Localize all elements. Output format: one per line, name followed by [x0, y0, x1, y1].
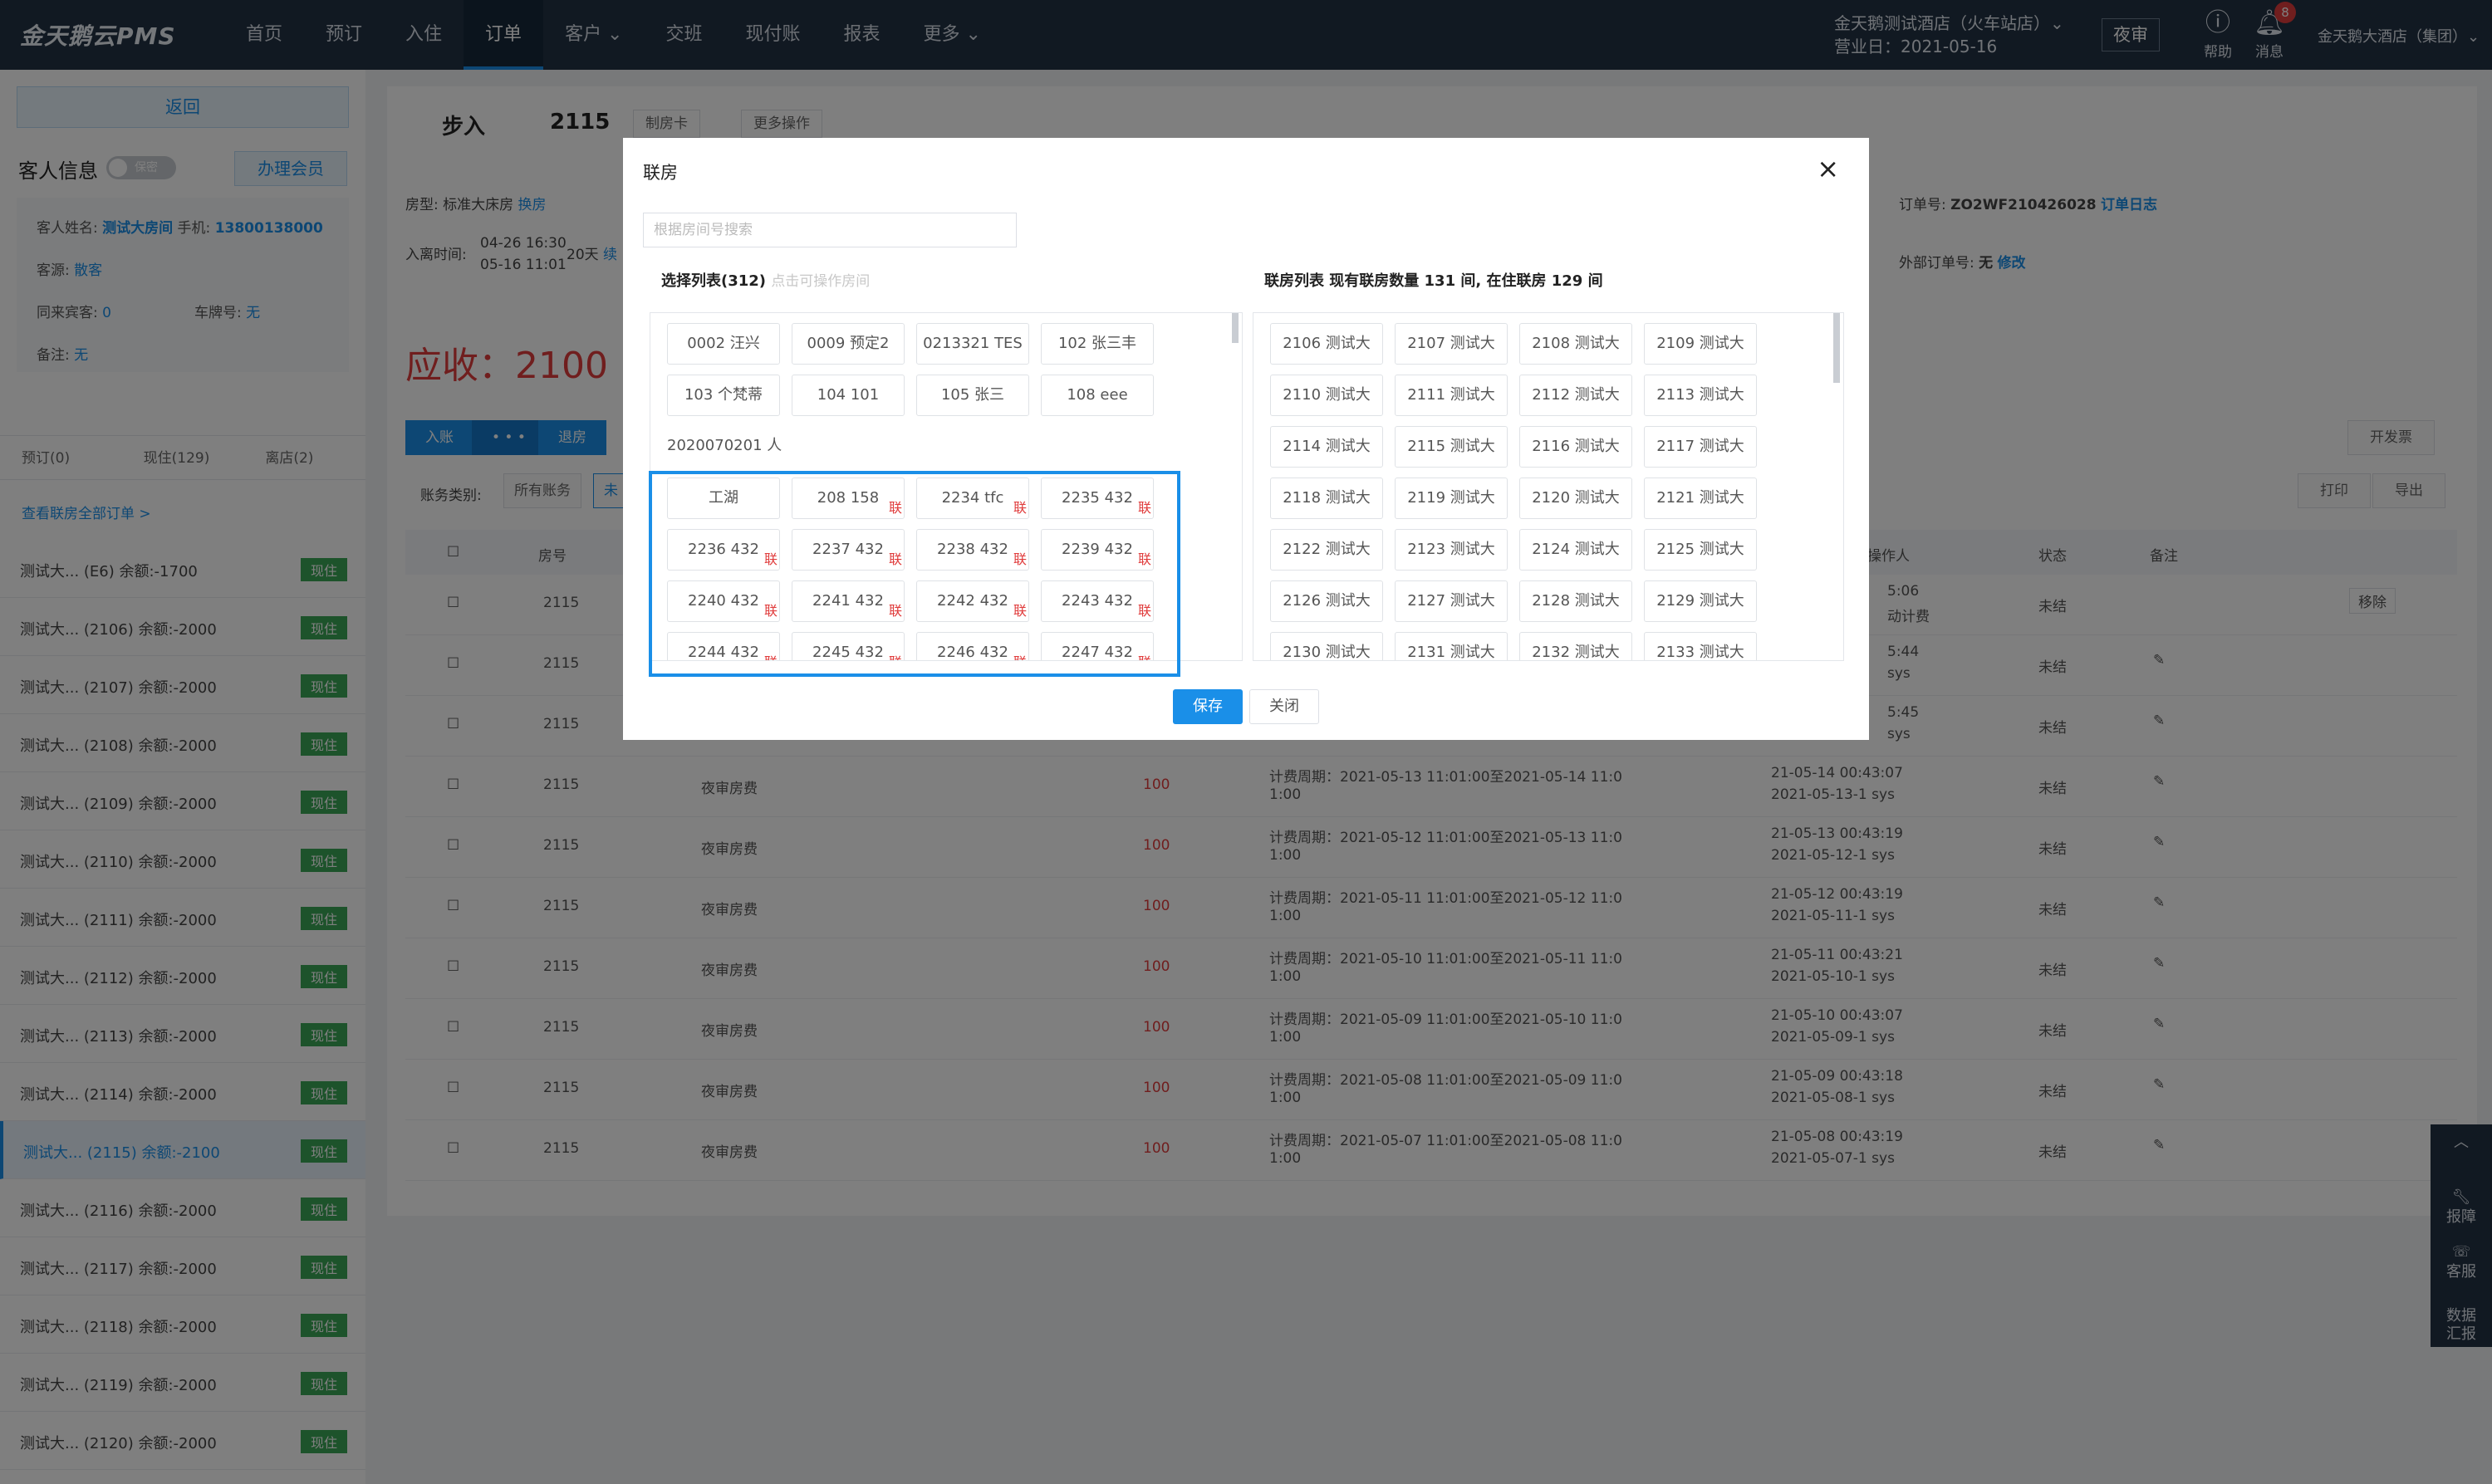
linked-room-chip[interactable]: 2120 测试大	[1519, 478, 1632, 519]
linked-room-chip[interactable]: 2119 测试大	[1395, 478, 1508, 519]
selection-list-title: 选择列表(312) 点击可操作房间	[661, 272, 871, 290]
room-chip[interactable]: 105 张三	[916, 375, 1029, 416]
linked-room-chip[interactable]: 2126 测试大	[1270, 580, 1383, 622]
room-search-input[interactable]: 根据房间号搜索	[643, 213, 1017, 247]
scrollbar[interactable]	[1833, 313, 1840, 383]
linked-room-chip[interactable]: 2109 测试大	[1644, 323, 1757, 365]
linked-room-chip[interactable]: 2121 测试大	[1644, 478, 1757, 519]
linked-room-list: 2106 测试大 2107 测试大 2108 测试大 2109 测试大 2110…	[1253, 312, 1844, 661]
linked-room-chip[interactable]: 2124 测试大	[1519, 529, 1632, 571]
linked-room-chip[interactable]: 2115 测试大	[1395, 426, 1508, 468]
linked-room-chip[interactable]: 2112 测试大	[1519, 375, 1632, 416]
room-chip[interactable]: 102 张三丰	[1041, 323, 1154, 365]
close-icon[interactable]: ×	[1817, 153, 1839, 184]
room-chip[interactable]: 0002 汪兴	[667, 323, 780, 365]
linked-room-chip[interactable]: 2106 测试大	[1270, 323, 1383, 365]
room-chip[interactable]: 103 个梵蒂	[667, 375, 780, 416]
linked-room-chip[interactable]: 2107 测试大	[1395, 323, 1508, 365]
linked-room-chip[interactable]: 2131 测试大	[1395, 632, 1508, 660]
linked-room-chip[interactable]: 2117 测试大	[1644, 426, 1757, 468]
linked-list-title: 联房列表 现有联房数量 131 间, 在住联房 129 间	[1264, 272, 1603, 290]
cancel-button[interactable]: 关闭	[1249, 689, 1319, 724]
linked-room-chip[interactable]: 2116 测试大	[1519, 426, 1632, 468]
scrollbar[interactable]	[1232, 313, 1239, 343]
linked-room-chip[interactable]: 2133 测试大	[1644, 632, 1757, 660]
linked-room-chip[interactable]: 2114 测试大	[1270, 426, 1383, 468]
room-chip[interactable]: 104 101	[792, 375, 905, 416]
linked-room-chip[interactable]: 2128 测试大	[1519, 580, 1632, 622]
save-button[interactable]: 保存	[1173, 689, 1243, 724]
room-chip[interactable]: 0009 预定2	[792, 323, 905, 365]
linked-room-chip[interactable]: 2129 测试大	[1644, 580, 1757, 622]
linked-room-chip[interactable]: 2125 测试大	[1644, 529, 1757, 571]
room-chip[interactable]: 108 eee	[1041, 375, 1154, 416]
linked-room-chip[interactable]: 2132 测试大	[1519, 632, 1632, 660]
linked-room-chip[interactable]: 2108 测试大	[1519, 323, 1632, 365]
linked-room-chip[interactable]: 2118 测试大	[1270, 478, 1383, 519]
selection-hint: 点击可操作房间	[771, 273, 871, 290]
linked-room-chip[interactable]: 2127 测试大	[1395, 580, 1508, 622]
linked-room-chip[interactable]: 2130 测试大	[1270, 632, 1383, 660]
linked-room-chip[interactable]: 2113 测试大	[1644, 375, 1757, 416]
room-chip[interactable]: 2020070201 人	[667, 426, 783, 468]
dialog-title: 联房	[643, 163, 678, 183]
room-chip[interactable]: 0213321 TES	[916, 323, 1029, 365]
linked-room-chip[interactable]: 2123 测试大	[1395, 529, 1508, 571]
highlight-box	[649, 471, 1180, 677]
linked-room-chip[interactable]: 2122 测试大	[1270, 529, 1383, 571]
linked-room-chip[interactable]: 2110 测试大	[1270, 375, 1383, 416]
linked-room-chip[interactable]: 2111 测试大	[1395, 375, 1508, 416]
